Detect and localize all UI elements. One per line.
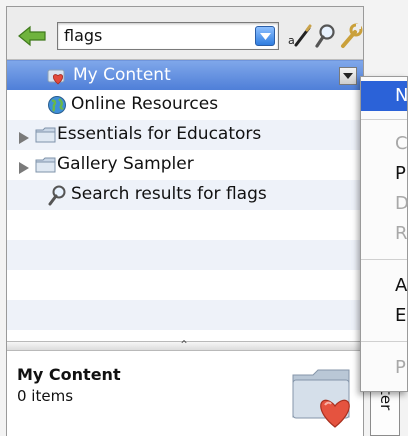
menu-item-a[interactable]: A (361, 271, 407, 301)
tree-item-label: Online Resources (71, 94, 219, 114)
menu-item-e[interactable]: E (361, 301, 407, 331)
toolbar: flags a (7, 7, 363, 59)
empty-row (7, 210, 363, 240)
empty-row (7, 300, 363, 330)
tree-item-online-resources[interactable]: Online Resources (7, 90, 363, 120)
menu-item-label: P (395, 163, 406, 184)
search-dropdown-button[interactable] (255, 26, 275, 46)
tree-item-label: Gallery Sampler (57, 154, 194, 174)
menu-separator (361, 119, 407, 120)
tree-item-my-content[interactable]: My Content (7, 60, 363, 90)
item-menu-button[interactable] (339, 67, 357, 85)
globe-icon (47, 95, 67, 115)
tree-item-label: My Content (73, 65, 171, 85)
disclosure-triangle-icon[interactable] (19, 129, 29, 148)
empty-row (7, 240, 363, 270)
back-arrow-icon[interactable] (17, 25, 47, 47)
tree-item-gallery-sampler[interactable]: Gallery Sampler (7, 150, 363, 180)
menu-item-label: D (395, 193, 408, 214)
info-title: My Content (17, 365, 121, 384)
search-field[interactable]: flags (57, 22, 279, 50)
tree-item-search-results[interactable]: Search results for flags (7, 180, 363, 210)
folder-icon (35, 125, 56, 145)
menu-item-d[interactable]: D (361, 189, 408, 219)
menu-item-label: P (395, 357, 406, 378)
menu-item-p[interactable]: P (361, 159, 407, 189)
menu-separator (361, 341, 407, 342)
menu-item-new[interactable]: N (361, 81, 408, 111)
menu-item-label: R (395, 223, 408, 244)
pane-splitter[interactable]: ⌃ (7, 338, 363, 352)
menu-separator (361, 259, 407, 260)
tree-item-label: Search results for flags (71, 184, 267, 204)
svg-text:a: a (288, 34, 295, 47)
menu-item-label: A (395, 275, 408, 296)
heart-folder-icon (289, 365, 359, 429)
folder-icon (35, 155, 56, 175)
menu-item-p2[interactable]: P (361, 353, 407, 383)
tree-item-essentials[interactable]: Essentials for Educators (7, 120, 363, 150)
menu-item-r[interactable]: R (361, 219, 408, 249)
info-pane: My Content 0 items (7, 351, 363, 436)
side-tab-label: ter (377, 389, 395, 411)
search-input[interactable]: flags (64, 26, 102, 45)
disclosure-triangle-icon[interactable] (19, 159, 29, 178)
item-count: 0 items (17, 387, 74, 405)
menu-item-c[interactable]: C (361, 129, 408, 159)
menu-item-label: E (395, 305, 407, 326)
magnifier-icon (47, 185, 67, 206)
search-magnifier-icon[interactable] (313, 23, 337, 49)
content-tree: My Content Online Resources Essentials f… (7, 59, 363, 341)
tree-item-label: Essentials for Educators (57, 124, 262, 144)
spell-check-icon[interactable]: a (287, 23, 312, 49)
heart-folder-icon (47, 66, 67, 86)
context-menu: N C P D R A E P (360, 76, 408, 392)
splitter-grip-icon: ⌃ (179, 338, 190, 352)
empty-row (7, 270, 363, 300)
wrench-icon[interactable] (339, 23, 363, 49)
menu-item-label: C (395, 133, 408, 154)
menu-item-label: N (395, 85, 408, 106)
gallery-panel: flags a My Content Online Resources Esse… (6, 6, 364, 436)
